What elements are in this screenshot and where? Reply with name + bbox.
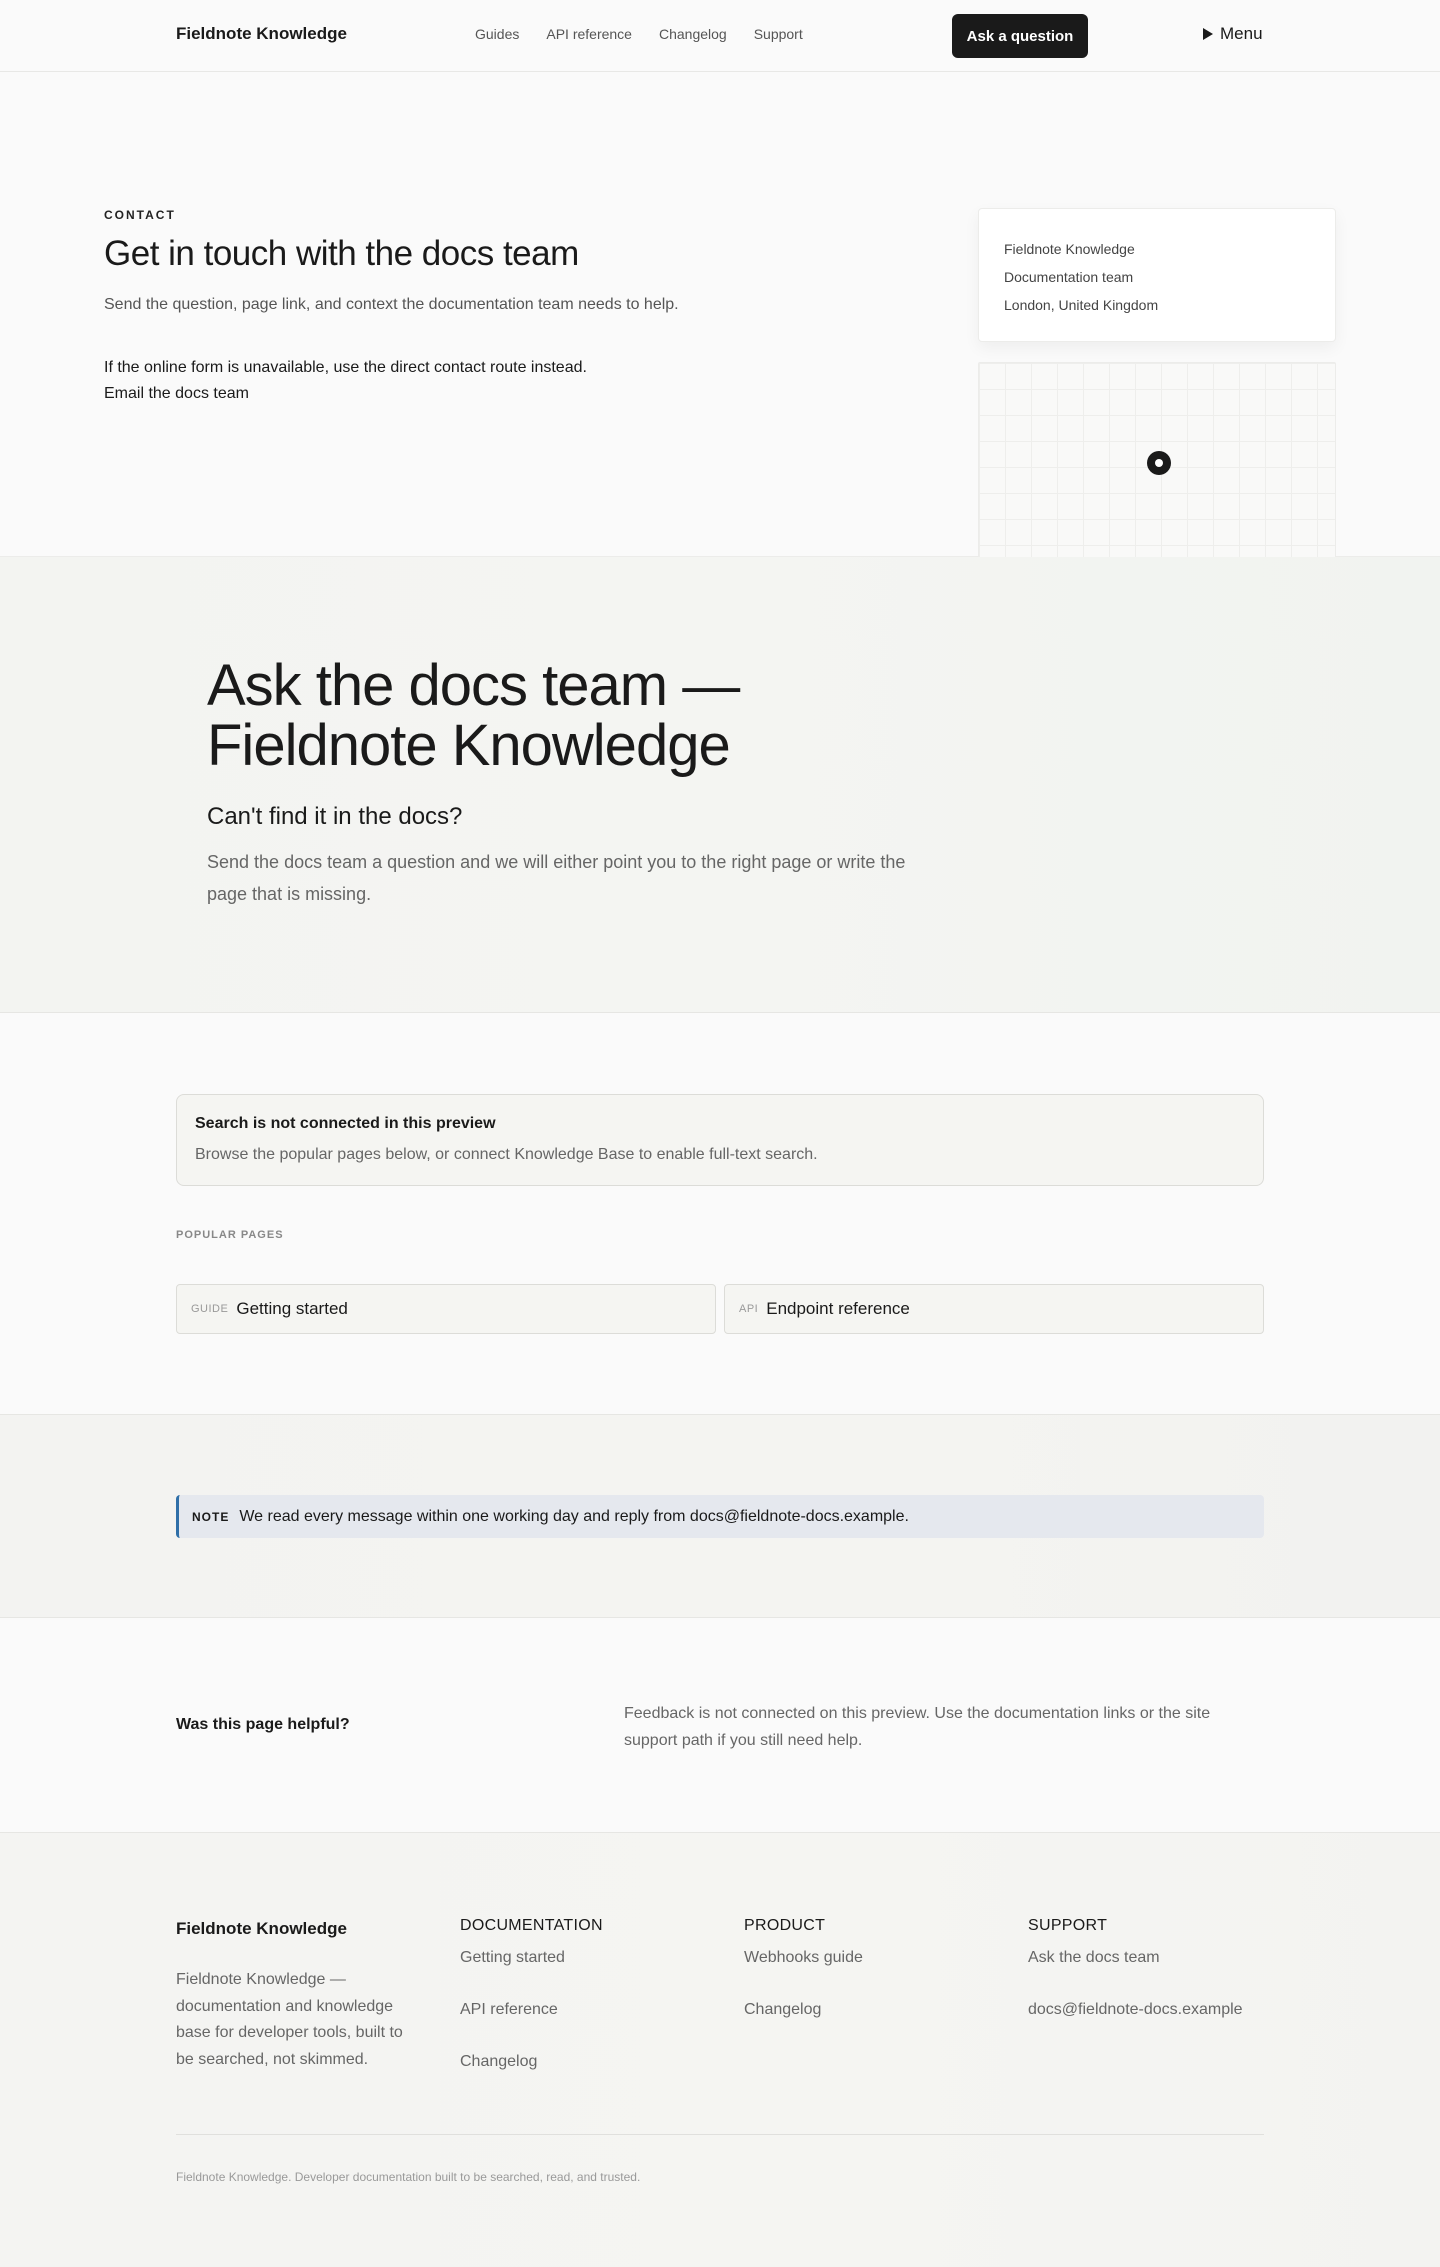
address-line-org: Fieldnote Knowledge xyxy=(1004,241,1135,257)
hero-title: Ask the docs team — Fieldnote Knowledge xyxy=(207,653,740,778)
ask-question-button[interactable]: Ask a question xyxy=(952,14,1088,58)
site-header: Fieldnote Knowledge Guides API reference… xyxy=(0,0,1440,72)
nav-guides[interactable]: Guides xyxy=(475,26,519,42)
footer-link[interactable]: Getting started xyxy=(460,1949,603,1967)
brand-logo[interactable]: Fieldnote Knowledge xyxy=(176,24,347,44)
note-message: We read every message within one working… xyxy=(239,1507,909,1525)
contact-section: CONTACT Get in touch with the docs team … xyxy=(0,72,1440,564)
footer-link[interactable]: API reference xyxy=(460,2001,603,2019)
page-tag: API xyxy=(739,1303,759,1315)
page-name: Endpoint reference xyxy=(766,1299,910,1318)
search-notice-title: Search is not connected in this preview xyxy=(195,1115,496,1132)
footer-link[interactable]: Changelog xyxy=(460,2053,603,2071)
feedback-section: Was this page helpful? Feedback is not c… xyxy=(0,1618,1440,1833)
play-triangle-icon xyxy=(1203,28,1213,40)
hero-section: Ask the docs team — Fieldnote Knowledge … xyxy=(0,557,1440,1013)
menu-label: Menu xyxy=(1220,24,1263,43)
footer-description: Fieldnote Knowledge — documentation and … xyxy=(176,1971,403,2068)
footer-column-documentation: DOCUMENTATION Getting started API refere… xyxy=(460,1917,603,2071)
footer-column-product: PRODUCT Webhooks guide Changelog xyxy=(744,1917,863,2019)
address-card: Fieldnote Knowledge Documentation team L… xyxy=(978,208,1336,342)
popular-pages-label: POPULAR PAGES xyxy=(176,1229,284,1241)
search-section: Search is not connected in this preview … xyxy=(0,1013,1440,1415)
search-notice-body: Browse the popular pages below, or conne… xyxy=(195,1146,818,1163)
popular-page-endpoint-reference[interactable]: API Endpoint reference xyxy=(724,1284,1264,1334)
page-name: Getting started xyxy=(236,1299,348,1318)
footer-heading: PRODUCT xyxy=(744,1917,826,1934)
footer-link[interactable]: Ask the docs team xyxy=(1028,1949,1243,1967)
address-line-team: Documentation team xyxy=(1004,269,1134,285)
nav-changelog[interactable]: Changelog xyxy=(659,26,727,42)
map-pin-icon xyxy=(1147,451,1171,475)
page-tag: GUIDE xyxy=(191,1303,229,1315)
location-map xyxy=(978,362,1336,564)
address-line-city: London, United Kingdom xyxy=(1004,297,1159,313)
search-notice: Search is not connected in this preview … xyxy=(176,1094,1264,1186)
site-footer: Fieldnote Knowledge Fieldnote Knowledge … xyxy=(0,1833,1440,2267)
popular-page-getting-started[interactable]: GUIDE Getting started xyxy=(176,1284,716,1334)
footer-column-support: SUPPORT Ask the docs team docs@fieldnote… xyxy=(1028,1917,1243,2019)
contact-title: Get in touch with the docs team xyxy=(104,234,579,273)
note-label: NOTE xyxy=(192,1509,230,1524)
hero-body: Send the docs team a question and we wil… xyxy=(207,852,906,904)
hero-subtitle: Can't find it in the docs? xyxy=(207,803,463,830)
footer-link[interactable]: docs@fieldnote-docs.example xyxy=(1028,2001,1243,2019)
contact-lead: Send the question, page link, and contex… xyxy=(104,296,679,313)
footer-bottom-text: Fieldnote Knowledge. Developer documenta… xyxy=(176,2170,641,2184)
main-nav: Guides API reference Changelog Support xyxy=(475,26,830,42)
menu-toggle[interactable]: Menu xyxy=(1203,24,1263,44)
feedback-answer: Feedback is not connected on this previe… xyxy=(624,1705,1211,1749)
footer-heading: DOCUMENTATION xyxy=(460,1917,603,1934)
contact-fallback: If the online form is unavailable, use t… xyxy=(104,355,587,407)
feedback-question: Was this page helpful? xyxy=(176,1716,350,1733)
nav-support[interactable]: Support xyxy=(754,26,803,42)
note-section: NOTE We read every message within one wo… xyxy=(0,1415,1440,1618)
fallback-text: If the online form is unavailable, use t… xyxy=(104,359,587,376)
footer-link[interactable]: Changelog xyxy=(744,2001,863,2019)
footer-divider xyxy=(176,2134,1264,2135)
email-docs-team-link[interactable]: Email the docs team xyxy=(104,381,587,407)
contact-eyebrow: CONTACT xyxy=(104,208,176,222)
nav-api-reference[interactable]: API reference xyxy=(546,26,632,42)
footer-link[interactable]: Webhooks guide xyxy=(744,1949,863,1967)
footer-heading: SUPPORT xyxy=(1028,1917,1108,1934)
note-callout: NOTE We read every message within one wo… xyxy=(176,1495,1264,1538)
footer-brand: Fieldnote Knowledge xyxy=(176,1919,347,1938)
